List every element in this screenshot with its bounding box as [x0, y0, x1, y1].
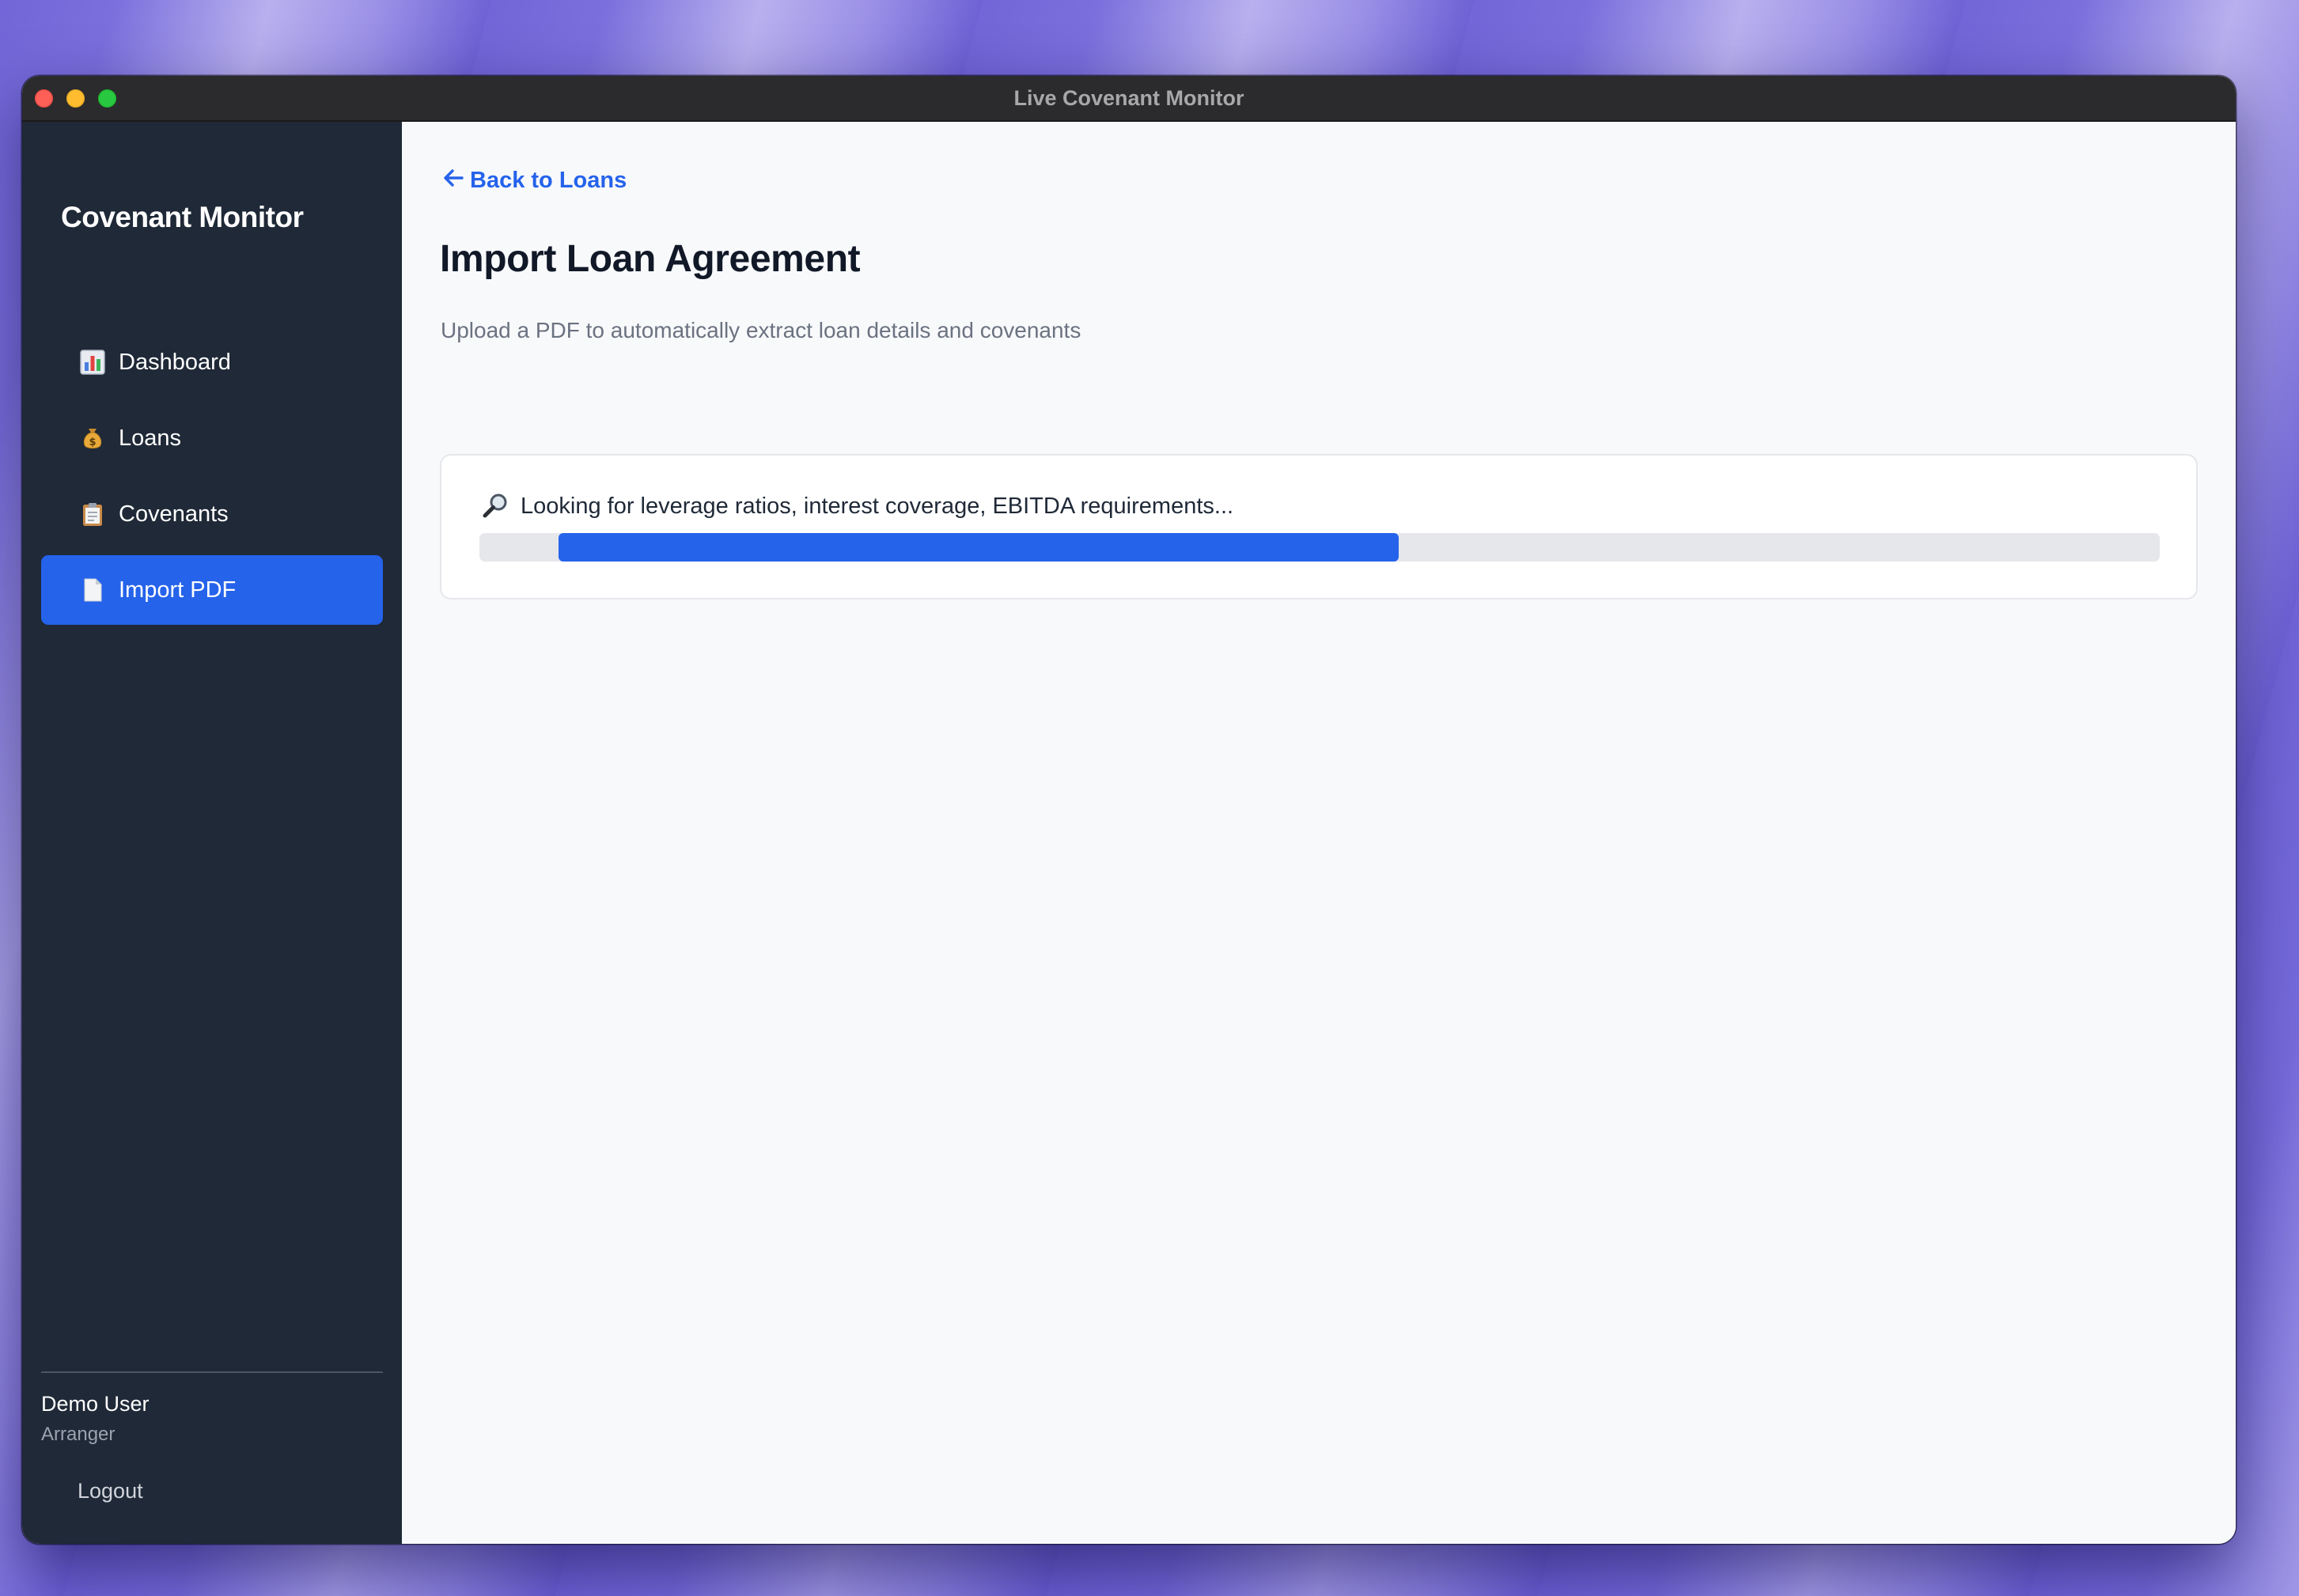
svg-text:$: $ [89, 437, 96, 448]
logout-button[interactable]: Logout [78, 1479, 143, 1503]
sidebar-item-label: Dashboard [119, 349, 231, 375]
sidebar-item-loans[interactable]: $ Loans [41, 403, 383, 473]
sidebar-nav: Dashboard $ Loans Covenants Import PDF [41, 327, 383, 631]
back-link-label: Back to Loans [470, 168, 627, 193]
sidebar-item-label: Import PDF [119, 577, 237, 603]
page-title: Import Loan Agreement [440, 238, 861, 280]
main-content: Back to Loans Import Loan Agreement Uplo… [402, 122, 2236, 1544]
progress-bar-fill [558, 533, 1399, 562]
sidebar-item-dashboard[interactable]: Dashboard [41, 327, 383, 397]
document-icon [79, 577, 106, 603]
import-progress-card: Looking for leverage ratios, interest co… [440, 454, 2198, 599]
sidebar-item-label: Covenants [119, 501, 229, 527]
app-brand: Covenant Monitor [61, 201, 304, 233]
window-title: Live Covenant Monitor [1013, 86, 1244, 110]
user-role: Arranger [41, 1424, 116, 1445]
user-name: Demo User [41, 1392, 150, 1416]
magnifier-icon [481, 492, 509, 520]
sidebar: Covenant Monitor Dashboard $ Loans Coven… [22, 122, 402, 1544]
back-to-loans-link[interactable]: Back to Loans [443, 168, 627, 194]
sidebar-item-import-pdf[interactable]: Import PDF [41, 555, 383, 625]
clipboard-icon [79, 501, 106, 528]
progress-status-text: Looking for leverage ratios, interest co… [521, 493, 1234, 519]
sidebar-item-covenants[interactable]: Covenants [41, 479, 383, 549]
sidebar-item-label: Loans [119, 425, 182, 451]
progress-status: Looking for leverage ratios, interest co… [481, 492, 1233, 520]
user-panel: Demo User Arranger Logout [41, 1371, 383, 1503]
money-bag-icon: $ [79, 425, 106, 452]
app-window: Live Covenant Monitor Covenant Monitor D… [22, 76, 2236, 1544]
page-subtitle: Upload a PDF to automatically extract lo… [441, 318, 1081, 342]
title-bar: Live Covenant Monitor [22, 76, 2236, 122]
bar-chart-icon [79, 349, 106, 376]
arrow-left-icon [443, 168, 464, 194]
progress-bar [479, 533, 2160, 562]
